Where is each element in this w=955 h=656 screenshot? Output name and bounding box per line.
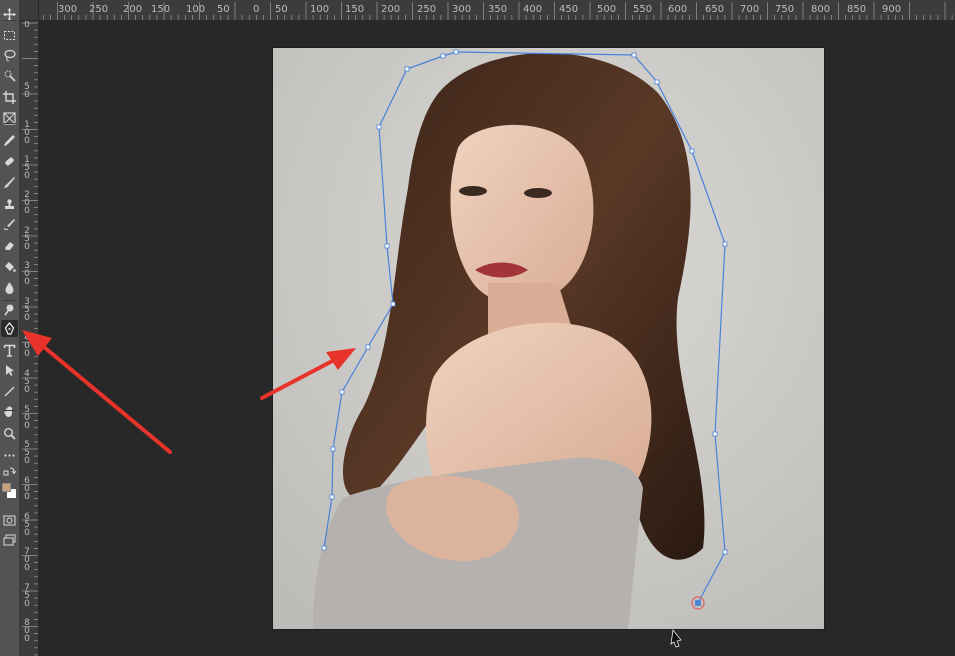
history-brush-tool-icon[interactable]	[1, 216, 18, 233]
ruler-origin[interactable]	[20, 0, 39, 21]
blur-tool-icon[interactable]	[1, 279, 18, 296]
dodge-tool-icon[interactable]	[1, 301, 18, 318]
vertical-ruler[interactable]: 0 50 100 150 200 250 300 350 400 450 500 550 600 650 7…	[20, 21, 39, 656]
horizontal-ruler[interactable]: 300 250 200 150 100 50 0 50 100 150 200 250 300 350 40…	[20, 0, 955, 21]
foreground-color-swatch[interactable]	[2, 483, 11, 492]
marquee-tool-icon[interactable]	[1, 27, 18, 44]
pen-tool-icon[interactable]	[1, 320, 18, 337]
portrait-photo	[273, 48, 824, 629]
paint-bucket-tool-icon[interactable]	[1, 258, 18, 275]
toolbar-separator	[3, 410, 16, 411]
ruler-left-ticks	[22, 22, 38, 656]
eyedropper-tool-icon[interactable]	[1, 132, 18, 149]
brush-tool-icon[interactable]	[1, 174, 18, 191]
quick-select-tool-icon[interactable]	[1, 67, 18, 84]
hand-tool-icon[interactable]	[1, 403, 18, 420]
screen-mode-icon[interactable]	[1, 532, 18, 549]
lasso-tool-icon[interactable]	[1, 47, 18, 64]
path-selection-tool-icon[interactable]	[1, 362, 18, 379]
crop-tool-icon[interactable]	[1, 89, 18, 106]
zoom-tool-icon[interactable]	[1, 425, 18, 442]
type-tool-icon[interactable]	[1, 342, 18, 359]
tools-panel	[0, 0, 20, 656]
document-canvas[interactable]	[273, 48, 824, 629]
swap-colors-icon[interactable]	[1, 466, 18, 478]
eraser-tool-icon[interactable]	[1, 237, 18, 254]
clone-stamp-tool-icon[interactable]	[1, 196, 18, 213]
photoshop-window: 300 250 200 150 100 50 0 50 100 150 200 250 300 350 40…	[0, 0, 955, 656]
more-tools-icon[interactable]	[1, 447, 18, 464]
healing-brush-tool-icon[interactable]	[1, 153, 18, 170]
quick-mask-icon[interactable]	[1, 512, 18, 529]
toolbar-separator	[3, 300, 16, 301]
ruler-top-ticks	[21, 2, 953, 20]
toolbar-separator	[3, 123, 16, 124]
line-tool-icon[interactable]	[1, 383, 18, 400]
frame-tool-icon[interactable]	[1, 110, 18, 127]
toolbar-separator	[3, 20, 16, 21]
